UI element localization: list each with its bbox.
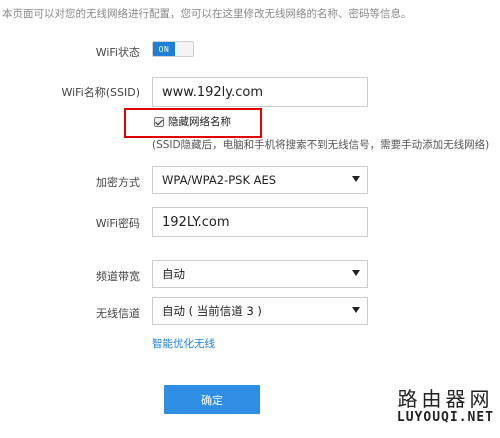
encryption-select[interactable]: WPA/WPA2-PSK AES [152, 166, 368, 194]
wifi-password-value: 192LY.com [162, 214, 230, 230]
encryption-label: 加密方式 [96, 176, 140, 189]
wifi-name-label: WiFi名称(SSID) [61, 86, 140, 99]
hide-network-label[interactable]: 隐藏网络名称 [168, 114, 231, 129]
hide-network-hint: (SSID隐藏后，电脑和手机将搜索不到无线信号，需要手动添加无线网络) [152, 139, 490, 151]
channel-label: 无线信道 [96, 307, 140, 320]
bandwidth-select[interactable]: 自动 [152, 260, 368, 288]
bandwidth-label: 频道带宽 [96, 270, 140, 283]
dropdown-arrow-icon [352, 307, 360, 313]
smart-optimize-link[interactable]: 智能优化无线 [152, 336, 215, 351]
dropdown-arrow-icon [352, 270, 360, 276]
channel-select[interactable]: 自动 ( 当前信道 3 ) [152, 297, 368, 325]
wifi-status-toggle[interactable]: ON [152, 41, 194, 57]
encryption-selected: WPA/WPA2-PSK AES [162, 173, 277, 187]
channel-selected: 自动 ( 当前信道 3 ) [162, 304, 262, 318]
toggle-on-indicator: ON [153, 42, 175, 56]
wifi-status-label: WiFi状态 [95, 46, 140, 59]
wifi-name-value: www.192ly.com [162, 84, 263, 100]
hide-network-checkbox[interactable] [154, 117, 164, 127]
watermark-line1: 路由器网 [397, 387, 494, 411]
wifi-password-label: WiFi密码 [95, 217, 140, 230]
wifi-name-input[interactable]: www.192ly.com [152, 77, 368, 107]
site-watermark: 路由器网 LUYOUQI.NET [397, 388, 494, 426]
bandwidth-selected: 自动 [162, 267, 185, 281]
wifi-password-input[interactable]: 192LY.com [152, 207, 368, 237]
dropdown-arrow-icon [352, 176, 360, 182]
confirm-button[interactable]: 确定 [164, 385, 260, 414]
page-intro-text: 本页面可以对您的无线网络进行配置，您可以在这里修改无线网络的名称、密码等信息。 [2, 8, 412, 20]
watermark-line2: LUYOUQI.NET [396, 410, 494, 425]
